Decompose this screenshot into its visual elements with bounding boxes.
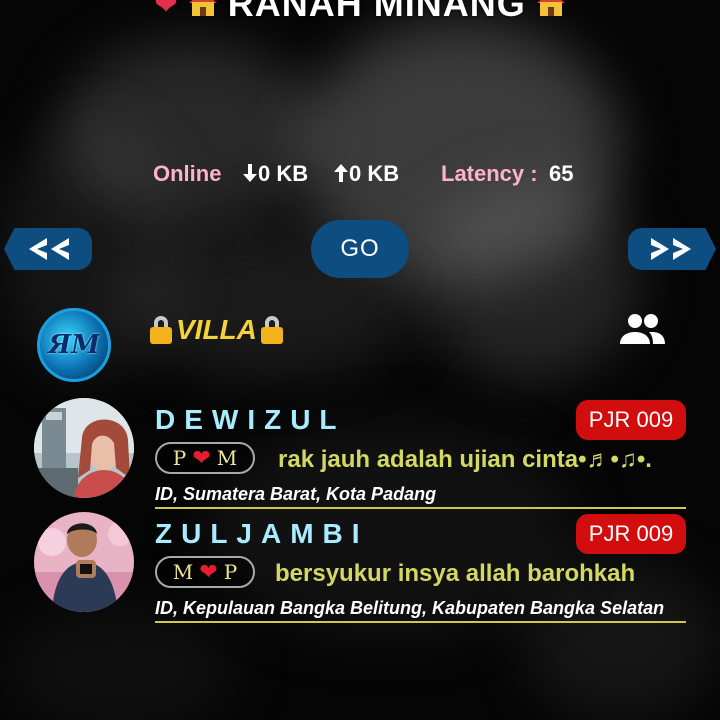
rank-badge: PJR 009 [576, 400, 686, 440]
connection-status: Online 0 KB 0 KB Latency : 65 [0, 158, 720, 190]
users-icon[interactable] [618, 312, 666, 346]
username: ZULJAMBI [155, 518, 369, 549]
double-chevron-right-icon [651, 238, 691, 260]
pill-right-letter: P [223, 560, 238, 584]
relationship-pill: M ❤ P [155, 556, 255, 588]
status-message: rak jauh adalah ujian cinta•♬•♫•. [278, 446, 652, 473]
next-room-button[interactable] [628, 228, 716, 270]
arrow-up-icon [334, 164, 348, 182]
room-name: VILLA [176, 314, 257, 345]
go-button[interactable]: GO [311, 220, 409, 278]
download-value: 0 KB [258, 161, 309, 186]
previous-room-button[interactable] [4, 228, 92, 270]
upload-value: 0 KB [349, 161, 400, 186]
location: ID, Sumatera Barat, Kota Padang [155, 484, 437, 504]
heart-icon: ❤ [154, 0, 178, 20]
relationship-pill: P ❤ M [155, 442, 255, 474]
latency-label: Latency : [441, 161, 538, 186]
double-chevron-left-icon [29, 238, 69, 260]
heart-icon: ❤ [192, 445, 211, 470]
user-list-item[interactable]: DEWIZUL PJR 009 P ❤ M rak jauh adalah uj… [0, 398, 720, 510]
lock-icon [259, 314, 285, 346]
username: DEWIZUL [155, 404, 346, 435]
status-message: bersyukur insya allah barohkah [275, 560, 636, 587]
arrow-down-icon [243, 164, 257, 182]
heart-icon: ❤ [199, 559, 218, 584]
latency-value: 65 [549, 161, 574, 186]
location: ID, Kepulauan Bangka Belitung, Kabupaten… [155, 598, 665, 618]
room-logo[interactable]: ЯM [37, 308, 111, 382]
rank-badge: PJR 009 [576, 514, 686, 554]
user-list-item[interactable]: ZULJAMBI PJR 009 M ❤ P bersyukur insya a… [0, 512, 720, 624]
house-icon [536, 0, 566, 17]
avatar[interactable] [34, 398, 134, 498]
room-title: VILLA [148, 310, 285, 350]
banner-title: RANAH MINANG [227, 0, 526, 24]
online-label: Online [153, 161, 222, 186]
lock-icon [148, 314, 174, 346]
banner: ❤ RANAH MINANG [0, 0, 720, 24]
download-stat: 0 KB [242, 161, 308, 187]
upload-stat: 0 KB [333, 161, 399, 187]
divider [155, 621, 686, 623]
pill-right-letter: M [216, 446, 238, 470]
pill-left-letter: M [172, 560, 194, 584]
pill-left-letter: P [172, 446, 187, 470]
house-icon [188, 0, 218, 17]
avatar[interactable] [34, 512, 134, 612]
room-logo-icon: ЯM [48, 330, 100, 360]
divider [155, 507, 686, 509]
